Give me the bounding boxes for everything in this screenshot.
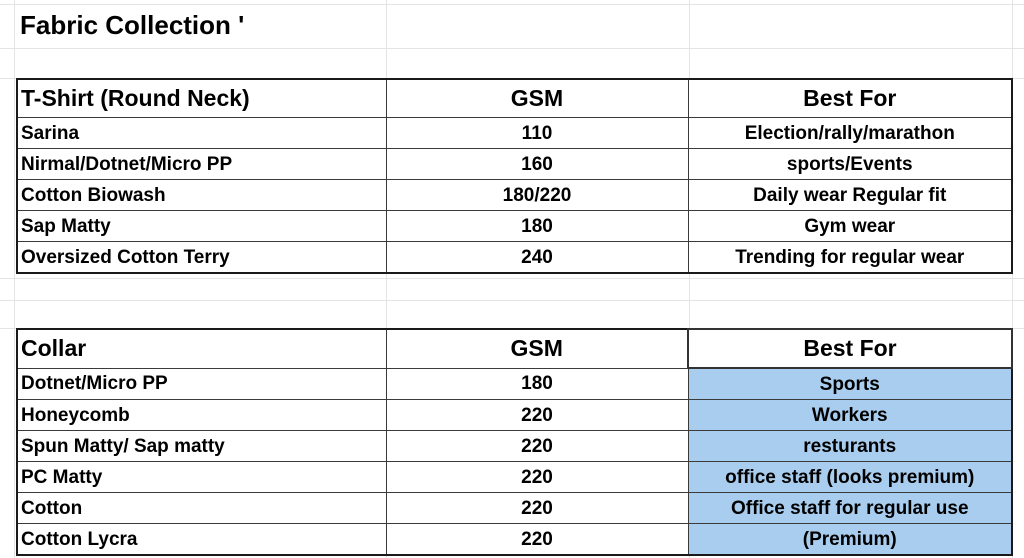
- table-row: Sarina 110 Election/rally/marathon: [16, 117, 1013, 149]
- tshirt-fabric-table: T-Shirt (Round Neck) GSM Best For Sarina…: [16, 78, 1013, 274]
- best-for-cell[interactable]: Gym wear: [687, 210, 1013, 242]
- best-for-cell[interactable]: resturants: [687, 430, 1013, 462]
- best-for-cell[interactable]: sports/Events: [687, 148, 1013, 180]
- gsm-cell[interactable]: 180: [385, 210, 689, 242]
- header-cell-category[interactable]: T-Shirt (Round Neck): [16, 78, 387, 118]
- table-row: Dotnet/Micro PP 180 Sports: [16, 367, 1013, 400]
- gsm-cell[interactable]: 160: [385, 148, 689, 180]
- table-row: Cotton Lycra 220 (Premium): [16, 523, 1013, 556]
- best-for-cell[interactable]: Daily wear Regular fit: [687, 179, 1013, 211]
- table-row: Spun Matty/ Sap matty 220 resturants: [16, 430, 1013, 462]
- page-title: Fabric Collection ': [20, 10, 245, 40]
- table-row: Sap Matty 180 Gym wear: [16, 210, 1013, 242]
- table-header-row: T-Shirt (Round Neck) GSM Best For: [16, 78, 1013, 118]
- fabric-name-cell[interactable]: Sap Matty: [16, 210, 387, 242]
- best-for-cell[interactable]: (Premium): [687, 523, 1013, 556]
- gsm-cell[interactable]: 180: [385, 367, 689, 400]
- fabric-name-cell[interactable]: Cotton Lycra: [16, 523, 387, 556]
- best-for-cell[interactable]: office staff (looks premium): [687, 461, 1013, 493]
- fabric-name-cell[interactable]: Oversized Cotton Terry: [16, 241, 387, 274]
- fabric-name-cell[interactable]: Honeycomb: [16, 399, 387, 431]
- table-row: Nirmal/Dotnet/Micro PP 160 sports/Events: [16, 148, 1013, 180]
- gsm-cell[interactable]: 110: [385, 117, 689, 149]
- best-for-cell[interactable]: Office staff for regular use: [687, 492, 1013, 524]
- header-cell-best-for[interactable]: Best For: [687, 78, 1013, 118]
- table-header-row: Collar GSM Best For: [16, 328, 1013, 369]
- table-row: Cotton Biowash 180/220 Daily wear Regula…: [16, 179, 1013, 211]
- fabric-name-cell[interactable]: Spun Matty/ Sap matty: [16, 430, 387, 462]
- fabric-name-cell[interactable]: Cotton Biowash: [16, 179, 387, 211]
- gsm-cell[interactable]: 220: [385, 430, 689, 462]
- header-cell-best-for[interactable]: Best For: [687, 328, 1013, 369]
- best-for-cell[interactable]: Workers: [687, 399, 1013, 431]
- gsm-cell[interactable]: 180/220: [385, 179, 689, 211]
- fabric-name-cell[interactable]: Nirmal/Dotnet/Micro PP: [16, 148, 387, 180]
- table-row: Oversized Cotton Terry 240 Trending for …: [16, 241, 1013, 274]
- best-for-cell[interactable]: Election/rally/marathon: [687, 117, 1013, 149]
- header-cell-gsm[interactable]: GSM: [385, 78, 689, 118]
- gsm-cell[interactable]: 220: [385, 399, 689, 431]
- best-for-cell[interactable]: Sports: [687, 367, 1013, 400]
- header-cell-category[interactable]: Collar: [16, 328, 387, 369]
- fabric-name-cell[interactable]: PC Matty: [16, 461, 387, 493]
- gsm-cell[interactable]: 240: [385, 241, 689, 274]
- gsm-cell[interactable]: 220: [385, 492, 689, 524]
- gsm-cell[interactable]: 220: [385, 523, 689, 556]
- fabric-name-cell[interactable]: Cotton: [16, 492, 387, 524]
- best-for-cell[interactable]: Trending for regular wear: [687, 241, 1013, 274]
- gsm-cell[interactable]: 220: [385, 461, 689, 493]
- table-row: PC Matty 220 office staff (looks premium…: [16, 461, 1013, 493]
- collar-fabric-table: Collar GSM Best For Dotnet/Micro PP 180 …: [16, 328, 1013, 556]
- table-row: Honeycomb 220 Workers: [16, 399, 1013, 431]
- fabric-name-cell[interactable]: Sarina: [16, 117, 387, 149]
- header-cell-gsm[interactable]: GSM: [385, 328, 689, 369]
- table-row: Cotton 220 Office staff for regular use: [16, 492, 1013, 524]
- fabric-name-cell[interactable]: Dotnet/Micro PP: [16, 367, 387, 400]
